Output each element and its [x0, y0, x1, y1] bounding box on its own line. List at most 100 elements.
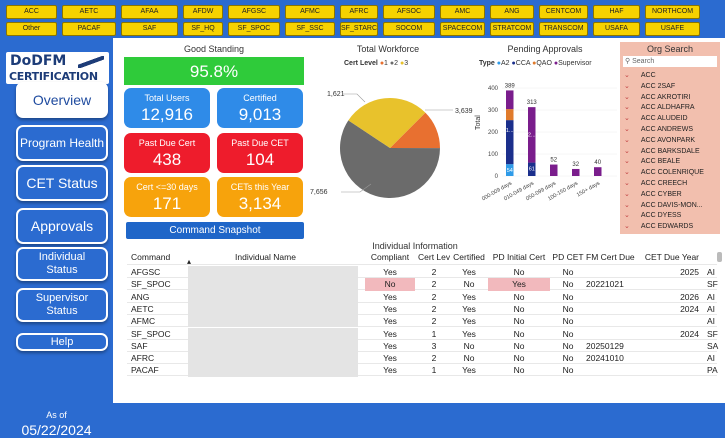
column-header[interactable]: Certified — [451, 252, 487, 262]
table-row[interactable]: AFMC Yes 2 Yes No No AI — [127, 315, 717, 328]
filter-usafe[interactable]: USAFE — [645, 22, 700, 36]
chevron-down-icon: ⌄ — [624, 158, 630, 166]
column-header[interactable]: PD Initial Cert — [488, 252, 550, 262]
org-list-item[interactable]: ⌄ ACC 2SAF — [624, 82, 718, 90]
org-list-item[interactable]: ⌄ ACC CREECH — [624, 179, 718, 187]
filter-transcom[interactable]: TRANSCOM — [539, 22, 588, 36]
filter-afaa[interactable]: AFAA — [121, 5, 178, 19]
table-cell: No — [562, 291, 574, 302]
table-row[interactable]: AFRC Yes 2 No No No 20241010 AI — [127, 352, 717, 365]
column-header[interactable]: CET Due Year — [639, 252, 699, 262]
bar-qao[interactable] — [506, 109, 514, 121]
nav-overview[interactable]: Overview — [16, 82, 108, 118]
chevron-down-icon: ⌄ — [624, 115, 630, 123]
column-header[interactable]: Compliant — [365, 252, 415, 262]
filter-saf[interactable]: SAF — [121, 22, 178, 36]
bar-supervisor[interactable] — [506, 90, 514, 110]
table-row[interactable]: AFGSC Yes 2 Yes No No 2025 AI — [127, 266, 717, 279]
filter-other[interactable]: Other — [6, 22, 57, 36]
filter-stratcom[interactable]: STRATCOM — [490, 22, 534, 36]
org-search-box[interactable]: ⚲ Search — [623, 56, 717, 67]
bar-cca[interactable] — [506, 120, 514, 165]
org-list-item[interactable]: ⌄ ACC ALDHAFRA — [624, 103, 718, 111]
bar-segment-label: 54 — [507, 168, 513, 174]
bar-supervisor[interactable] — [572, 168, 580, 176]
filter-afsoc[interactable]: AFSOC — [383, 5, 435, 19]
column-header[interactable]: Individual Name — [235, 252, 355, 262]
table-row[interactable]: SAF Yes 3 No No No 20250129 SA — [127, 339, 718, 353]
sort-asc-icon[interactable]: ▴ — [187, 257, 191, 266]
filter-northcom[interactable]: NORTHCOM — [645, 5, 700, 19]
table-row[interactable]: SF_SPOC Yes 1 Yes No No 2024 SF — [127, 327, 718, 340]
cert-30-days-label: Cert <=30 days — [136, 182, 198, 192]
org-list-item[interactable]: ⌄ ACC EDWARDS — [624, 222, 718, 230]
table-scrollbar[interactable] — [717, 252, 722, 262]
filter-spacecom[interactable]: SPACECOM — [440, 22, 485, 36]
nav-program-health[interactable]: Program Health — [16, 125, 108, 161]
table-cell: 1 — [431, 365, 437, 376]
org-list-label: ACC DYESS — [640, 212, 682, 220]
command-snapshot-button[interactable]: Command Snapshot — [126, 222, 304, 239]
filter-afdw[interactable]: AFDW — [183, 5, 223, 19]
org-list-item[interactable]: ⌄ ACC — [624, 71, 718, 79]
filter-afrc[interactable]: AFRC — [340, 5, 378, 19]
bar-total-label: 32 — [572, 162, 579, 168]
chevron-down-icon: ⌄ — [624, 136, 630, 144]
nav-help[interactable]: Help — [16, 333, 108, 351]
org-list-label: ACC CYBER — [640, 190, 682, 198]
table-cell: Yes — [383, 303, 397, 314]
table-cell: 2026 — [680, 291, 699, 302]
org-list-item[interactable]: ⌄ ACC ALUDEID — [624, 114, 718, 122]
cets-this-year-card: CETs this Year 3,134 — [217, 177, 303, 217]
individual-title: Individual Information — [372, 241, 458, 251]
workforce-title: Total Workforce — [356, 44, 420, 54]
filter-usafa[interactable]: USAFA — [593, 22, 640, 36]
org-list-item[interactable]: ⌄ ACC COLENRIQUE — [624, 168, 718, 176]
bar-supervisor[interactable] — [594, 167, 602, 176]
table-row[interactable]: ANG Yes 2 Yes No No 2026 AI — [127, 290, 717, 303]
table-row[interactable]: PACAF Yes 1 Yes No No PA — [127, 364, 718, 377]
filter-afmc[interactable]: AFMC — [285, 5, 335, 19]
filter-amc[interactable]: AMC — [440, 5, 485, 19]
nav-cet-status[interactable]: CET Status — [16, 165, 108, 201]
org-list-item[interactable]: ⌄ ACC BEALE — [624, 157, 718, 165]
filter-pacaf[interactable]: PACAF — [62, 22, 116, 36]
filter-sf-spoc[interactable]: SF_SPOC — [228, 22, 280, 36]
org-list-item[interactable]: ⌄ ACC AVONPARK — [624, 136, 718, 144]
nav-approvals[interactable]: Approvals — [16, 208, 108, 244]
filter-socom[interactable]: SOCOM — [383, 22, 435, 36]
column-header[interactable]: PD CET — [550, 252, 586, 262]
total-users-label: Total Users — [144, 93, 190, 103]
org-list-item[interactable]: ⌄ ACC ANDREWS — [624, 125, 718, 133]
org-list-item[interactable]: ⌄ ACC CYBER — [624, 190, 718, 198]
filter-aetc[interactable]: AETC — [62, 5, 116, 19]
filter-sf-ssc[interactable]: SF_SSC — [285, 22, 335, 36]
bar-supervisor[interactable] — [550, 164, 558, 176]
filter-acc[interactable]: ACC — [6, 5, 57, 19]
org-search-panel: Org Search ⚲ Search ⌄ ACC ⌄ ACC 2SAF ⌄ ACC AK… — [620, 42, 720, 234]
filter-sf-hq[interactable]: SF_HQ — [183, 22, 223, 36]
org-list-item[interactable]: ⌄ ACC AKROTIRI — [624, 93, 718, 101]
filter-sf-starc-[interactable]: SF_STARC... — [340, 22, 378, 36]
table-row[interactable]: AETC Yes 2 Yes No No 2024 AI — [127, 302, 717, 316]
column-header[interactable]: FM Cert Due — [586, 252, 636, 262]
column-header[interactable]: Command — [131, 252, 231, 262]
search-input[interactable]: Search — [632, 58, 654, 65]
column-header[interactable]: Cert Level — [418, 252, 450, 262]
org-list-item[interactable]: ⌄ ACC DYESS — [624, 211, 718, 219]
filter-haf[interactable]: HAF — [593, 5, 640, 19]
filter-afgsc[interactable]: AFGSC — [228, 5, 280, 19]
nav-individual-status[interactable]: Individual Status — [16, 247, 108, 281]
certified-value: 9,013 — [238, 105, 282, 124]
legend-label-supervisor: Supervisor — [558, 60, 592, 67]
org-list-label: ACC 2SAF — [640, 82, 676, 90]
filter-centcom[interactable]: CENTCOM — [539, 5, 588, 19]
table-cell: AFMC — [131, 316, 156, 327]
org-list-label: ACC CREECH — [640, 180, 688, 187]
nav-supervisor-status[interactable]: Supervisor Status — [16, 288, 108, 322]
org-list-item[interactable]: ⌄ ACC BARKSDALE — [624, 147, 718, 155]
org-list-item[interactable]: ⌄ ACC DAVIS-MON... — [624, 201, 718, 209]
certified-label: Certified — [243, 93, 277, 103]
filter-ang[interactable]: ANG — [490, 5, 534, 19]
table-row[interactable]: SF_SPOC No 2 No Yes No 20221021 SF — [127, 278, 718, 291]
